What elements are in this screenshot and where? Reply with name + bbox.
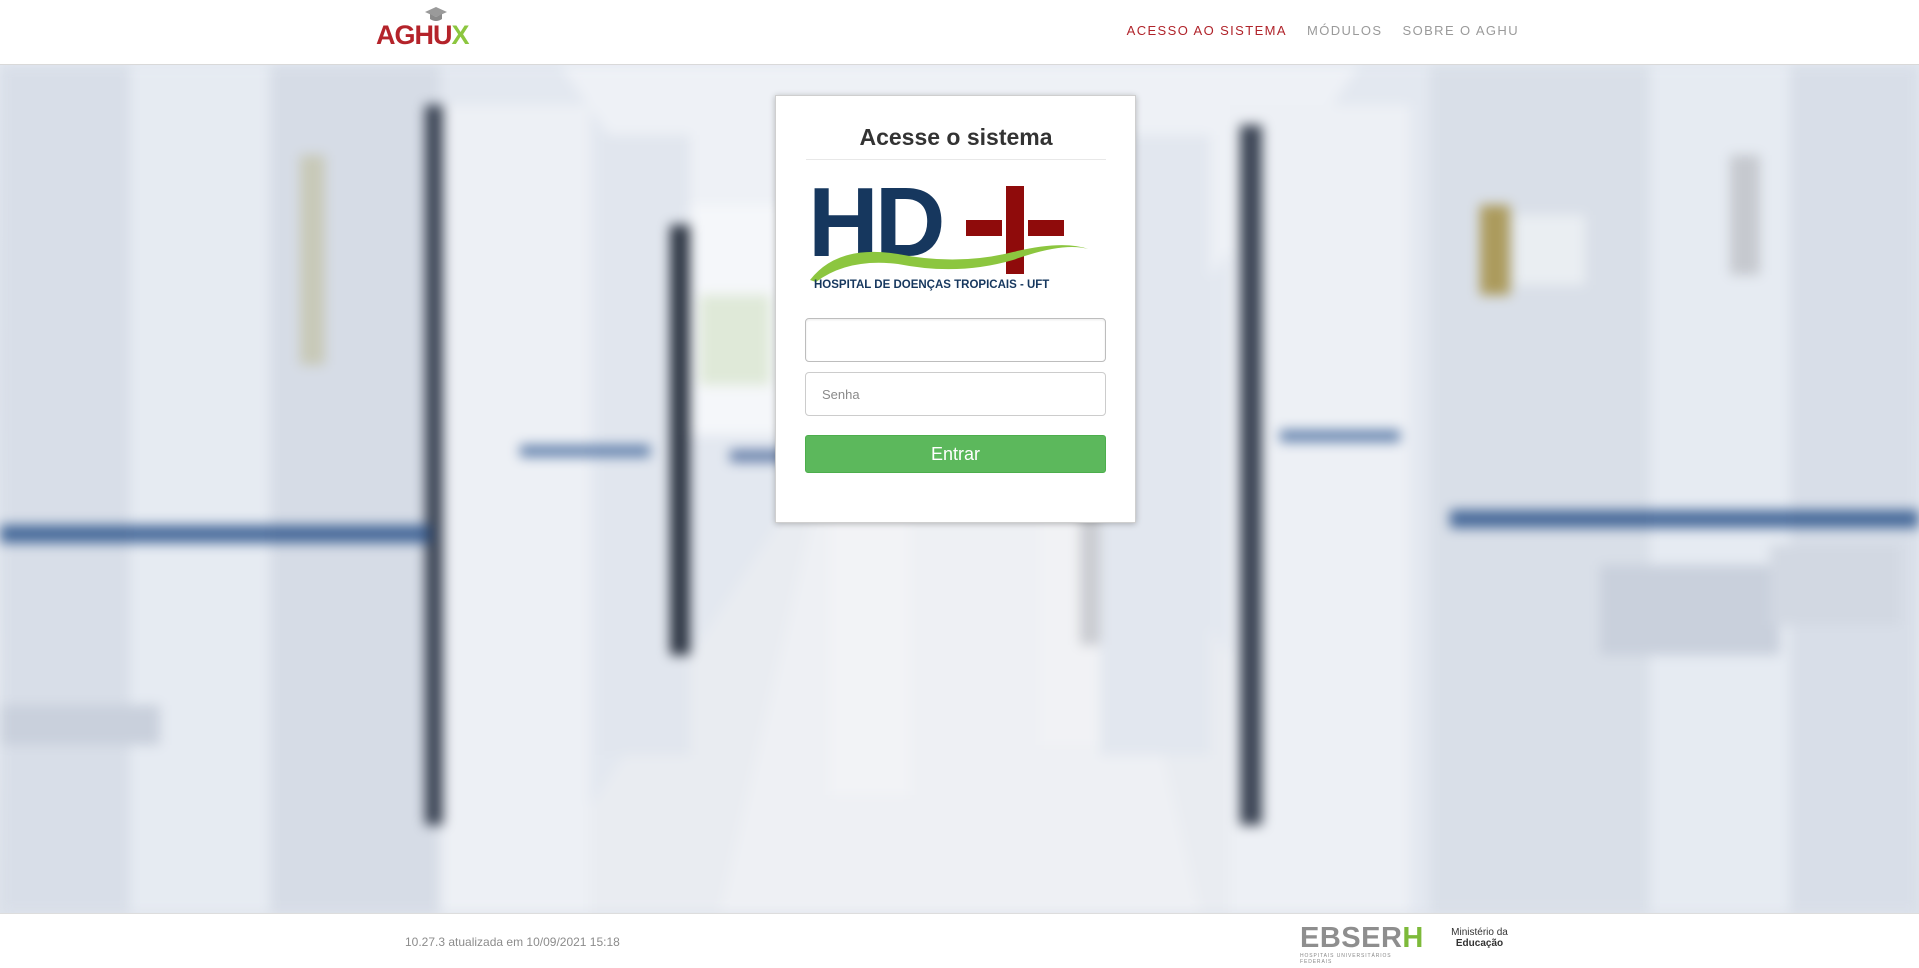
- top-navbar: AGHUX ACESSO AO SISTEMA MÓDULOS SOBRE O …: [0, 0, 1919, 65]
- nav-modulos[interactable]: MÓDULOS: [1307, 23, 1383, 38]
- brand-wordmark-part1: AGHU: [376, 20, 452, 50]
- ebserh-tagline: HOSPITAIS UNIVERSITÁRIOS FEDERAIS: [1300, 953, 1392, 965]
- ebserh-wordmark: EBSERH: [1300, 922, 1425, 954]
- ministry-line1: Ministério da: [1451, 927, 1508, 938]
- username-input[interactable]: [805, 318, 1106, 362]
- login-submit-button[interactable]: Entrar: [805, 435, 1106, 473]
- main-nav: ACESSO AO SISTEMA MÓDULOS SOBRE O AGHU: [1127, 23, 1519, 38]
- ministerio-educacao-logo[interactable]: Ministério da Educação: [1442, 927, 1517, 949]
- brand-wordmark: AGHUX: [376, 20, 470, 51]
- ebserh-logo[interactable]: EBSERH HOSPITAIS UNIVERSITÁRIOS FEDERAIS: [1300, 922, 1425, 966]
- brand-wordmark-part2: X: [451, 20, 470, 50]
- aghux-logo[interactable]: AGHUX: [376, 6, 470, 54]
- password-input[interactable]: [805, 372, 1106, 416]
- version-info: 10.27.3 atualizada em 10/09/2021 15:18: [405, 935, 620, 949]
- hdt-hospital-logo: HD HOSPITAL DE DOENÇAS TROPICAIS - UFT: [808, 167, 1108, 294]
- page-footer: 10.27.3 atualizada em 10/09/2021 15:18 E…: [0, 913, 1919, 968]
- ministry-line2: Educação: [1455, 938, 1504, 949]
- login-title: Acesse o sistema: [806, 124, 1106, 160]
- ebserh-wordmark-part2: H: [1402, 922, 1424, 954]
- nav-sobre-o-aghu[interactable]: SOBRE O AGHU: [1403, 23, 1520, 38]
- hdt-logo-caption: HOSPITAL DE DOENÇAS TROPICAIS - UFT: [814, 279, 1049, 291]
- login-card: Acesse o sistema HD HOSPITAL DE DOENÇAS …: [775, 95, 1136, 523]
- ebserh-wordmark-part1: EBSER: [1300, 922, 1403, 954]
- nav-acesso-ao-sistema[interactable]: ACESSO AO SISTEMA: [1127, 23, 1287, 38]
